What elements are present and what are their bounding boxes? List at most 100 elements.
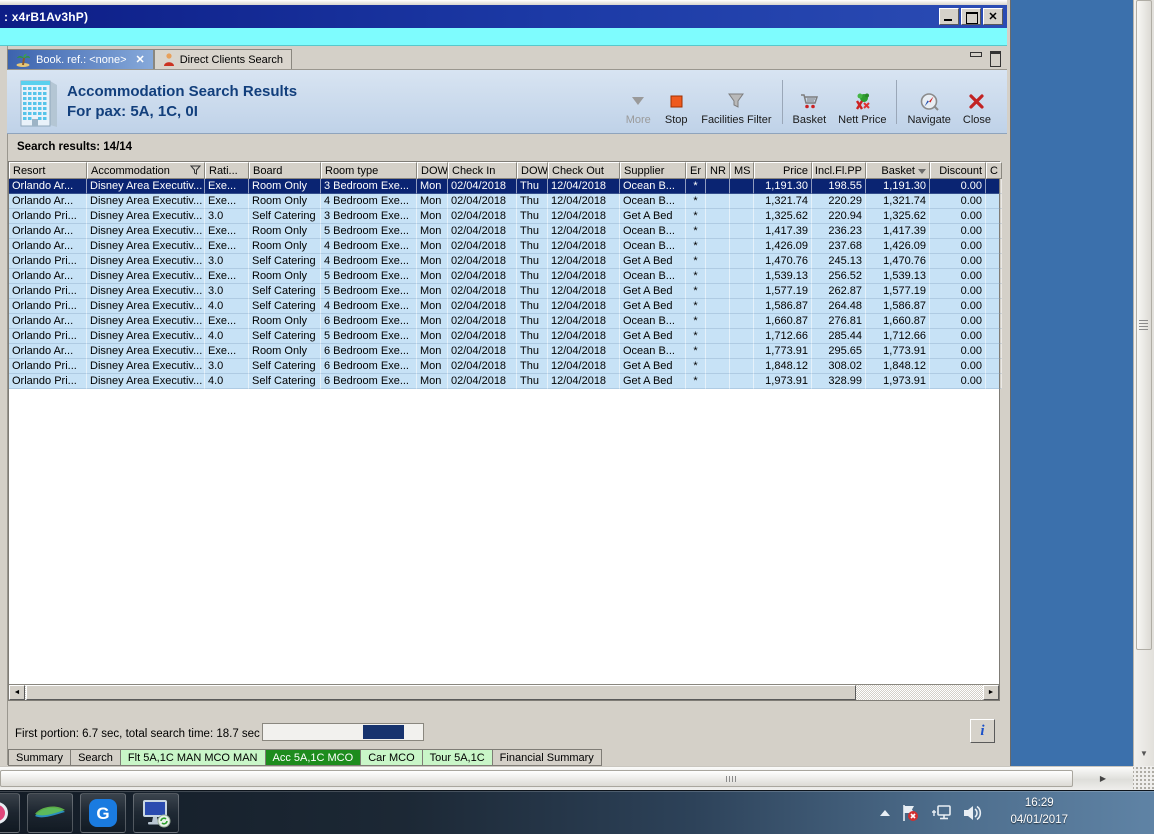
taskbar-app-g[interactable]: G (80, 793, 126, 833)
network-icon[interactable] (930, 803, 952, 823)
column-header-label: DOW (421, 165, 448, 177)
column-header[interactable]: Room type (321, 162, 417, 179)
info-button[interactable]: i (970, 719, 995, 743)
bottom-tab-tour-5a-1c[interactable]: Tour 5A,1C (422, 749, 493, 766)
column-header[interactable]: MS (730, 162, 754, 179)
column-header[interactable]: Check In (448, 162, 517, 179)
table-cell: 4.0 (205, 329, 249, 344)
resize-grip[interactable] (1133, 766, 1154, 790)
maximize-button[interactable] (961, 8, 981, 25)
tray-expand-icon[interactable] (880, 810, 890, 816)
toolbar: More Stop Facilities Filter Basket Nett … (619, 78, 997, 126)
window-titlebar[interactable]: : x4rB1Av3hP) (0, 5, 1007, 28)
volume-icon[interactable] (962, 803, 984, 823)
column-header[interactable]: Rati... (205, 162, 249, 179)
table-cell: Disney Area Executiv... (87, 239, 205, 254)
table-cell: 1,321.74 (866, 194, 930, 209)
filter-funnel-icon[interactable] (189, 165, 202, 178)
column-header[interactable]: Supplier (620, 162, 686, 179)
table-row[interactable]: Orlando Ar... Disney Area Executiv... Exe.… (9, 269, 1002, 284)
table-row[interactable]: Orlando Pri... Disney Area Executiv... 4.0… (9, 329, 1002, 344)
tab-direct-clients-search[interactable]: Direct Clients Search (153, 49, 293, 69)
close-results-button[interactable]: Close (957, 78, 997, 126)
taskbar-app-lens[interactable] (27, 793, 73, 833)
table-row[interactable]: Orlando Pri... Disney Area Executiv... 3.0… (9, 254, 1002, 269)
basket-button[interactable]: Basket (787, 78, 833, 126)
table-row[interactable]: Orlando Ar... Disney Area Executiv... Exe.… (9, 224, 1002, 239)
table-row[interactable]: Orlando Pri... Disney Area Executiv... 4.0… (9, 374, 1002, 389)
table-cell (730, 224, 754, 239)
column-header[interactable]: DOW (417, 162, 448, 179)
column-header[interactable]: Check Out (548, 162, 620, 179)
nett-price-button[interactable]: Nett Price (832, 78, 892, 126)
table-row[interactable]: Orlando Pri... Disney Area Executiv... 3.0… (9, 359, 1002, 374)
bottom-tab-search[interactable]: Search (71, 749, 121, 766)
column-header[interactable]: C (986, 162, 1002, 179)
taskbar-app-partial[interactable] (0, 793, 20, 833)
table-cell: 0.00 (930, 329, 986, 344)
column-header[interactable]: Basket (866, 162, 930, 179)
column-header[interactable]: Er (686, 162, 706, 179)
scroll-right-icon[interactable]: ▶ (1095, 770, 1111, 787)
more-button[interactable]: More (619, 78, 657, 126)
scrollbar-thumb[interactable] (26, 685, 856, 700)
table-horizontal-scrollbar[interactable]: ◄ ► (9, 684, 999, 700)
table-row[interactable]: Orlando Ar... Disney Area Executiv... Exe.… (9, 344, 1002, 359)
column-header[interactable]: Discount (930, 162, 986, 179)
table-cell: 1,417.39 (866, 224, 930, 239)
table-cell: 12/04/2018 (548, 314, 620, 329)
table-cell: Thu (517, 254, 548, 269)
outer-horizontal-scrollbar[interactable]: ▶ (0, 766, 1133, 790)
column-header[interactable]: Accommodation (87, 162, 205, 179)
table-row[interactable]: Orlando Ar... Disney Area Executiv... Exe.… (9, 194, 1002, 209)
facilities-filter-button[interactable]: Facilities Filter (695, 78, 777, 126)
table-row[interactable]: Orlando Ar... Disney Area Executiv... Exe.… (9, 239, 1002, 254)
minimize-button[interactable] (939, 8, 959, 25)
table-cell: * (686, 269, 706, 284)
facilities-filter-icon (727, 88, 745, 114)
scroll-down-icon[interactable]: ▼ (1136, 746, 1152, 762)
scroll-left-icon[interactable]: ◄ (9, 685, 25, 700)
column-header[interactable]: Price (754, 162, 812, 179)
table-row[interactable]: Orlando Pri... Disney Area Executiv... 3.0… (9, 284, 1002, 299)
bottom-tab-flt-5a-1c-man-mco-man[interactable]: Flt 5A,1C MAN MCO MAN (120, 749, 266, 766)
scrollbar-thumb[interactable] (0, 770, 1073, 787)
table-cell: 12/04/2018 (548, 209, 620, 224)
bottom-tab-summary[interactable]: Summary (8, 749, 72, 766)
table-cell: Thu (517, 209, 548, 224)
stop-button[interactable]: Stop (657, 78, 695, 126)
toolbar-separator (781, 80, 783, 124)
bottom-tab-car-mco[interactable]: Car MCO (361, 749, 423, 766)
scroll-right-icon[interactable]: ► (983, 685, 999, 700)
bottom-tab-acc-5a-1c-mco[interactable]: Acc 5A,1C MCO (265, 749, 362, 766)
table-row[interactable]: Orlando Ar... Disney Area Executiv... Exe.… (9, 314, 1002, 329)
bottom-tab-financial-summary[interactable]: Financial Summary (492, 749, 602, 766)
search-timing-text: First portion: 6.7 sec, total search tim… (15, 728, 260, 740)
taskbar-app-remote-desktop[interactable] (133, 793, 179, 833)
column-header[interactable]: DOW (517, 162, 548, 179)
action-center-flag-icon[interactable] (900, 803, 920, 823)
table-row[interactable]: Orlando Ar... Disney Area Executiv... Exe.… (9, 179, 1002, 194)
column-header[interactable]: Resort (9, 162, 87, 179)
tab-booking-ref[interactable]: Book. ref.: <none> ✕ (7, 49, 154, 69)
column-header[interactable]: Incl.Fl.PP (812, 162, 866, 179)
navigate-button[interactable]: Navigate (901, 78, 956, 126)
table-cell (706, 329, 730, 344)
table-cell: 4 Bedroom Exe... (321, 194, 417, 209)
table-cell: Thu (517, 374, 548, 389)
table-cell: Orlando Ar... (9, 344, 87, 359)
column-header[interactable]: NR (706, 162, 730, 179)
table-cell: 1,539.13 (866, 269, 930, 284)
column-header[interactable]: Board (249, 162, 321, 179)
table-row[interactable]: Orlando Pri... Disney Area Executiv... 4.0… (9, 299, 1002, 314)
tab-close-icon[interactable]: ✕ (136, 53, 145, 66)
table-cell: Ocean B... (620, 239, 686, 254)
table-row[interactable]: Orlando Pri... Disney Area Executiv... 3.0… (9, 209, 1002, 224)
close-window-button[interactable] (983, 8, 1003, 25)
table-cell (986, 344, 1002, 359)
table-cell: Thu (517, 314, 548, 329)
collapse-pane-icon[interactable] (969, 51, 982, 63)
outer-vertical-scrollbar[interactable]: ▼ (1133, 0, 1154, 766)
expand-pane-icon[interactable] (988, 51, 1001, 67)
clock[interactable]: 16:29 04/01/2017 (1010, 795, 1068, 829)
